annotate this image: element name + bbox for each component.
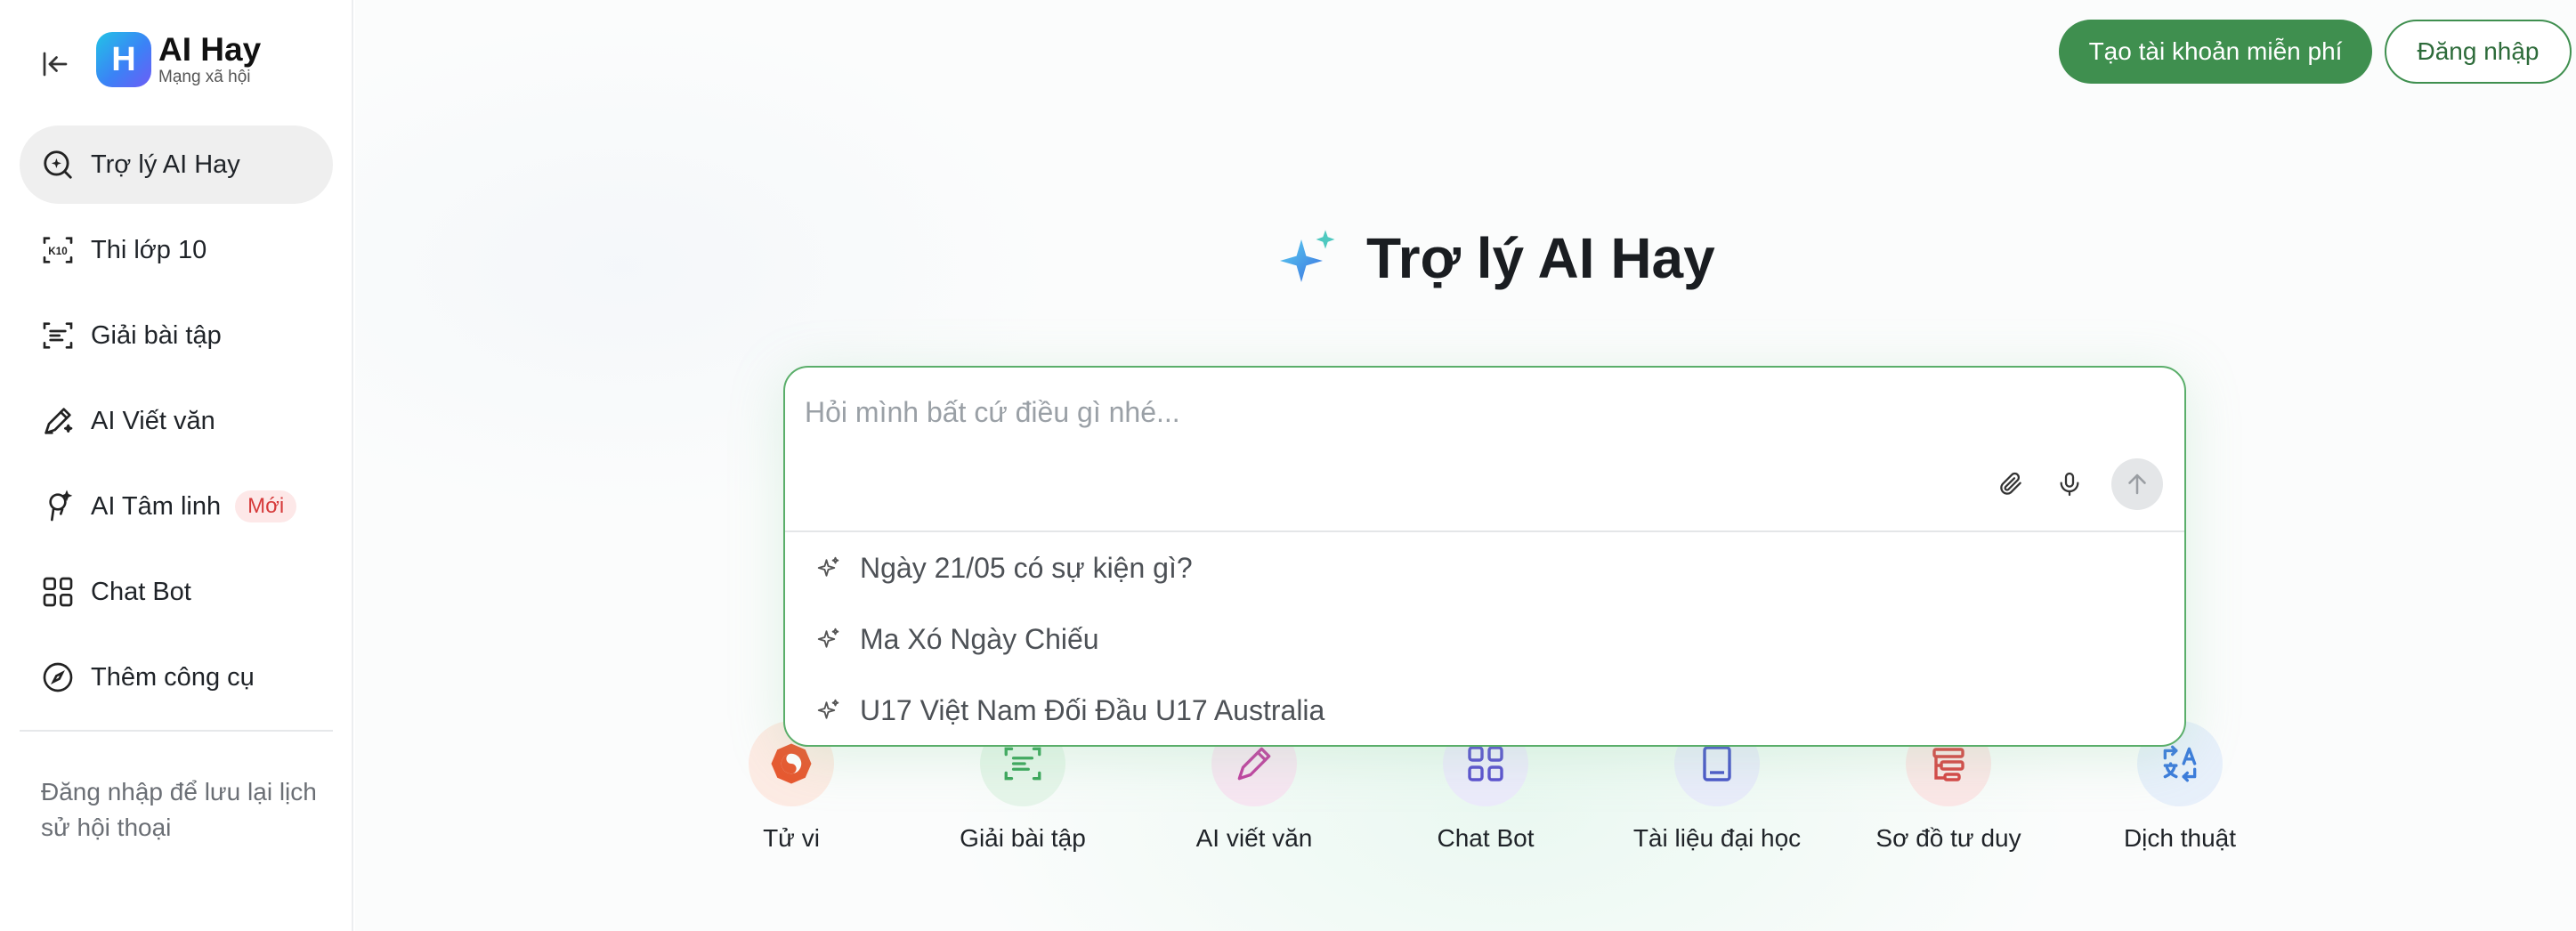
chat-actions [1978, 458, 2163, 510]
svg-text:K10: K10 [48, 246, 67, 257]
sparkle-outline-icon [814, 624, 844, 654]
sidebar-item-chat-bot[interactable]: Chat Bot [20, 553, 333, 631]
sidebar-item-them-cong-cu[interactable]: Thêm công cụ [20, 638, 333, 716]
sidebar-item-label: Trợ lý AI Hay [91, 150, 240, 179]
collapse-sidebar-button[interactable] [34, 43, 77, 85]
tool-label: AI viết văn [1195, 824, 1313, 852]
sidebar-item-thi-lop-10[interactable]: K10 Thi lớp 10 [20, 211, 333, 289]
sidebar-divider [20, 730, 333, 732]
chat-box: Ngày 21/05 có sự kiện gì? Ma Xó Ngày Chi… [783, 366, 2186, 747]
main-content: Tạo tài khoản miễn phí Đăng nhập Trợ lý … [355, 0, 2576, 931]
arrow-up-icon [2128, 474, 2146, 495]
sparkle-outline-icon [814, 695, 844, 725]
pen-sparkle-icon [39, 402, 77, 440]
tool-label: Chat Bot [1437, 824, 1535, 852]
chat-input[interactable] [805, 393, 2140, 432]
tool-label: Dịch thuật [2123, 824, 2237, 852]
sidebar-item-ai-tam-linh[interactable]: AI Tâm linh Mới [20, 467, 333, 546]
suggestion-list: Ngày 21/05 có sự kiện gì? Ma Xó Ngày Chi… [785, 532, 2184, 745]
signup-button[interactable]: Tạo tài khoản miễn phí [2059, 20, 2372, 84]
sidebar-nav: Trợ lý AI Hay K10 Thi lớp 10 Giải bài tậ… [20, 125, 333, 724]
sidebar: H AI Hay Mạng xã hội Trợ lý AI Hay K10 T… [0, 0, 353, 931]
suggestion-item[interactable]: U17 Việt Nam Đối Đầu U17 Australia [785, 675, 2184, 745]
sparkle-outline-icon [814, 553, 844, 583]
compass-icon [39, 659, 77, 696]
tool-label: Giải bài tập [960, 824, 1086, 852]
suggestion-item[interactable]: Ngày 21/05 có sự kiện gì? [785, 532, 2184, 603]
suggestion-text: U17 Việt Nam Đối Đầu U17 Australia [860, 693, 1325, 726]
tool-label: Tử vi [763, 824, 820, 852]
ai-search-icon [39, 146, 77, 183]
logo-text: AI Hay Mạng xã hội [158, 32, 261, 87]
sidebar-item-ai-viet-van[interactable]: AI Viết văn [20, 382, 333, 460]
hero: Trợ lý AI Hay [1277, 223, 1715, 294]
k10-icon: K10 [39, 231, 77, 269]
new-badge: Mới [235, 490, 297, 522]
brand-tagline: Mạng xã hội [158, 68, 251, 86]
sparkle-icon [1280, 230, 1335, 282]
send-button[interactable] [2111, 458, 2163, 510]
sidebar-item-label: AI Viết văn [91, 406, 215, 435]
collapse-left-icon [43, 52, 68, 77]
suggestion-text: Ngày 21/05 có sự kiện gì? [860, 551, 1193, 584]
sidebar-item-label: AI Tâm linh [91, 491, 222, 521]
spiritual-icon [39, 488, 77, 525]
suggestion-item[interactable]: Ma Xó Ngày Chiếu [785, 603, 2184, 675]
page-title: Trợ lý AI Hay [1366, 226, 1715, 290]
login-hint: Đăng nhập để lưu lại lịch sử hội thoại [41, 778, 317, 841]
app-root: H AI Hay Mạng xã hội Trợ lý AI Hay K10 T… [0, 0, 2576, 931]
microphone-icon [2060, 472, 2079, 497]
sidebar-item-label: Thêm công cụ [91, 662, 255, 692]
sidebar-item-label: Chat Bot [91, 577, 191, 606]
paperclip-icon [2000, 472, 2021, 495]
sidebar-item-giai-bai-tap[interactable]: Giải bài tập [20, 296, 333, 375]
scan-text-icon [39, 317, 77, 354]
logo[interactable]: H AI Hay Mạng xã hội [96, 32, 261, 87]
tool-label: Tài liệu đại học [1632, 824, 1802, 852]
sidebar-item-tro-ly-ai-hay[interactable]: Trợ lý AI Hay [20, 125, 333, 204]
tool-label: Sơ đồ tư duy [1875, 824, 2021, 852]
suggestion-text: Ma Xó Ngày Chiếu [860, 622, 1099, 655]
logo-mark: H [96, 32, 151, 87]
apps-icon [39, 573, 77, 611]
attach-button[interactable] [1985, 458, 2037, 510]
voice-button[interactable] [2044, 458, 2095, 510]
login-button[interactable]: Đăng nhập [2385, 20, 2572, 84]
sidebar-item-label: Thi lớp 10 [91, 235, 207, 264]
sidebar-item-label: Giải bài tập [91, 320, 222, 350]
brand-name: AI Hay [158, 31, 262, 68]
